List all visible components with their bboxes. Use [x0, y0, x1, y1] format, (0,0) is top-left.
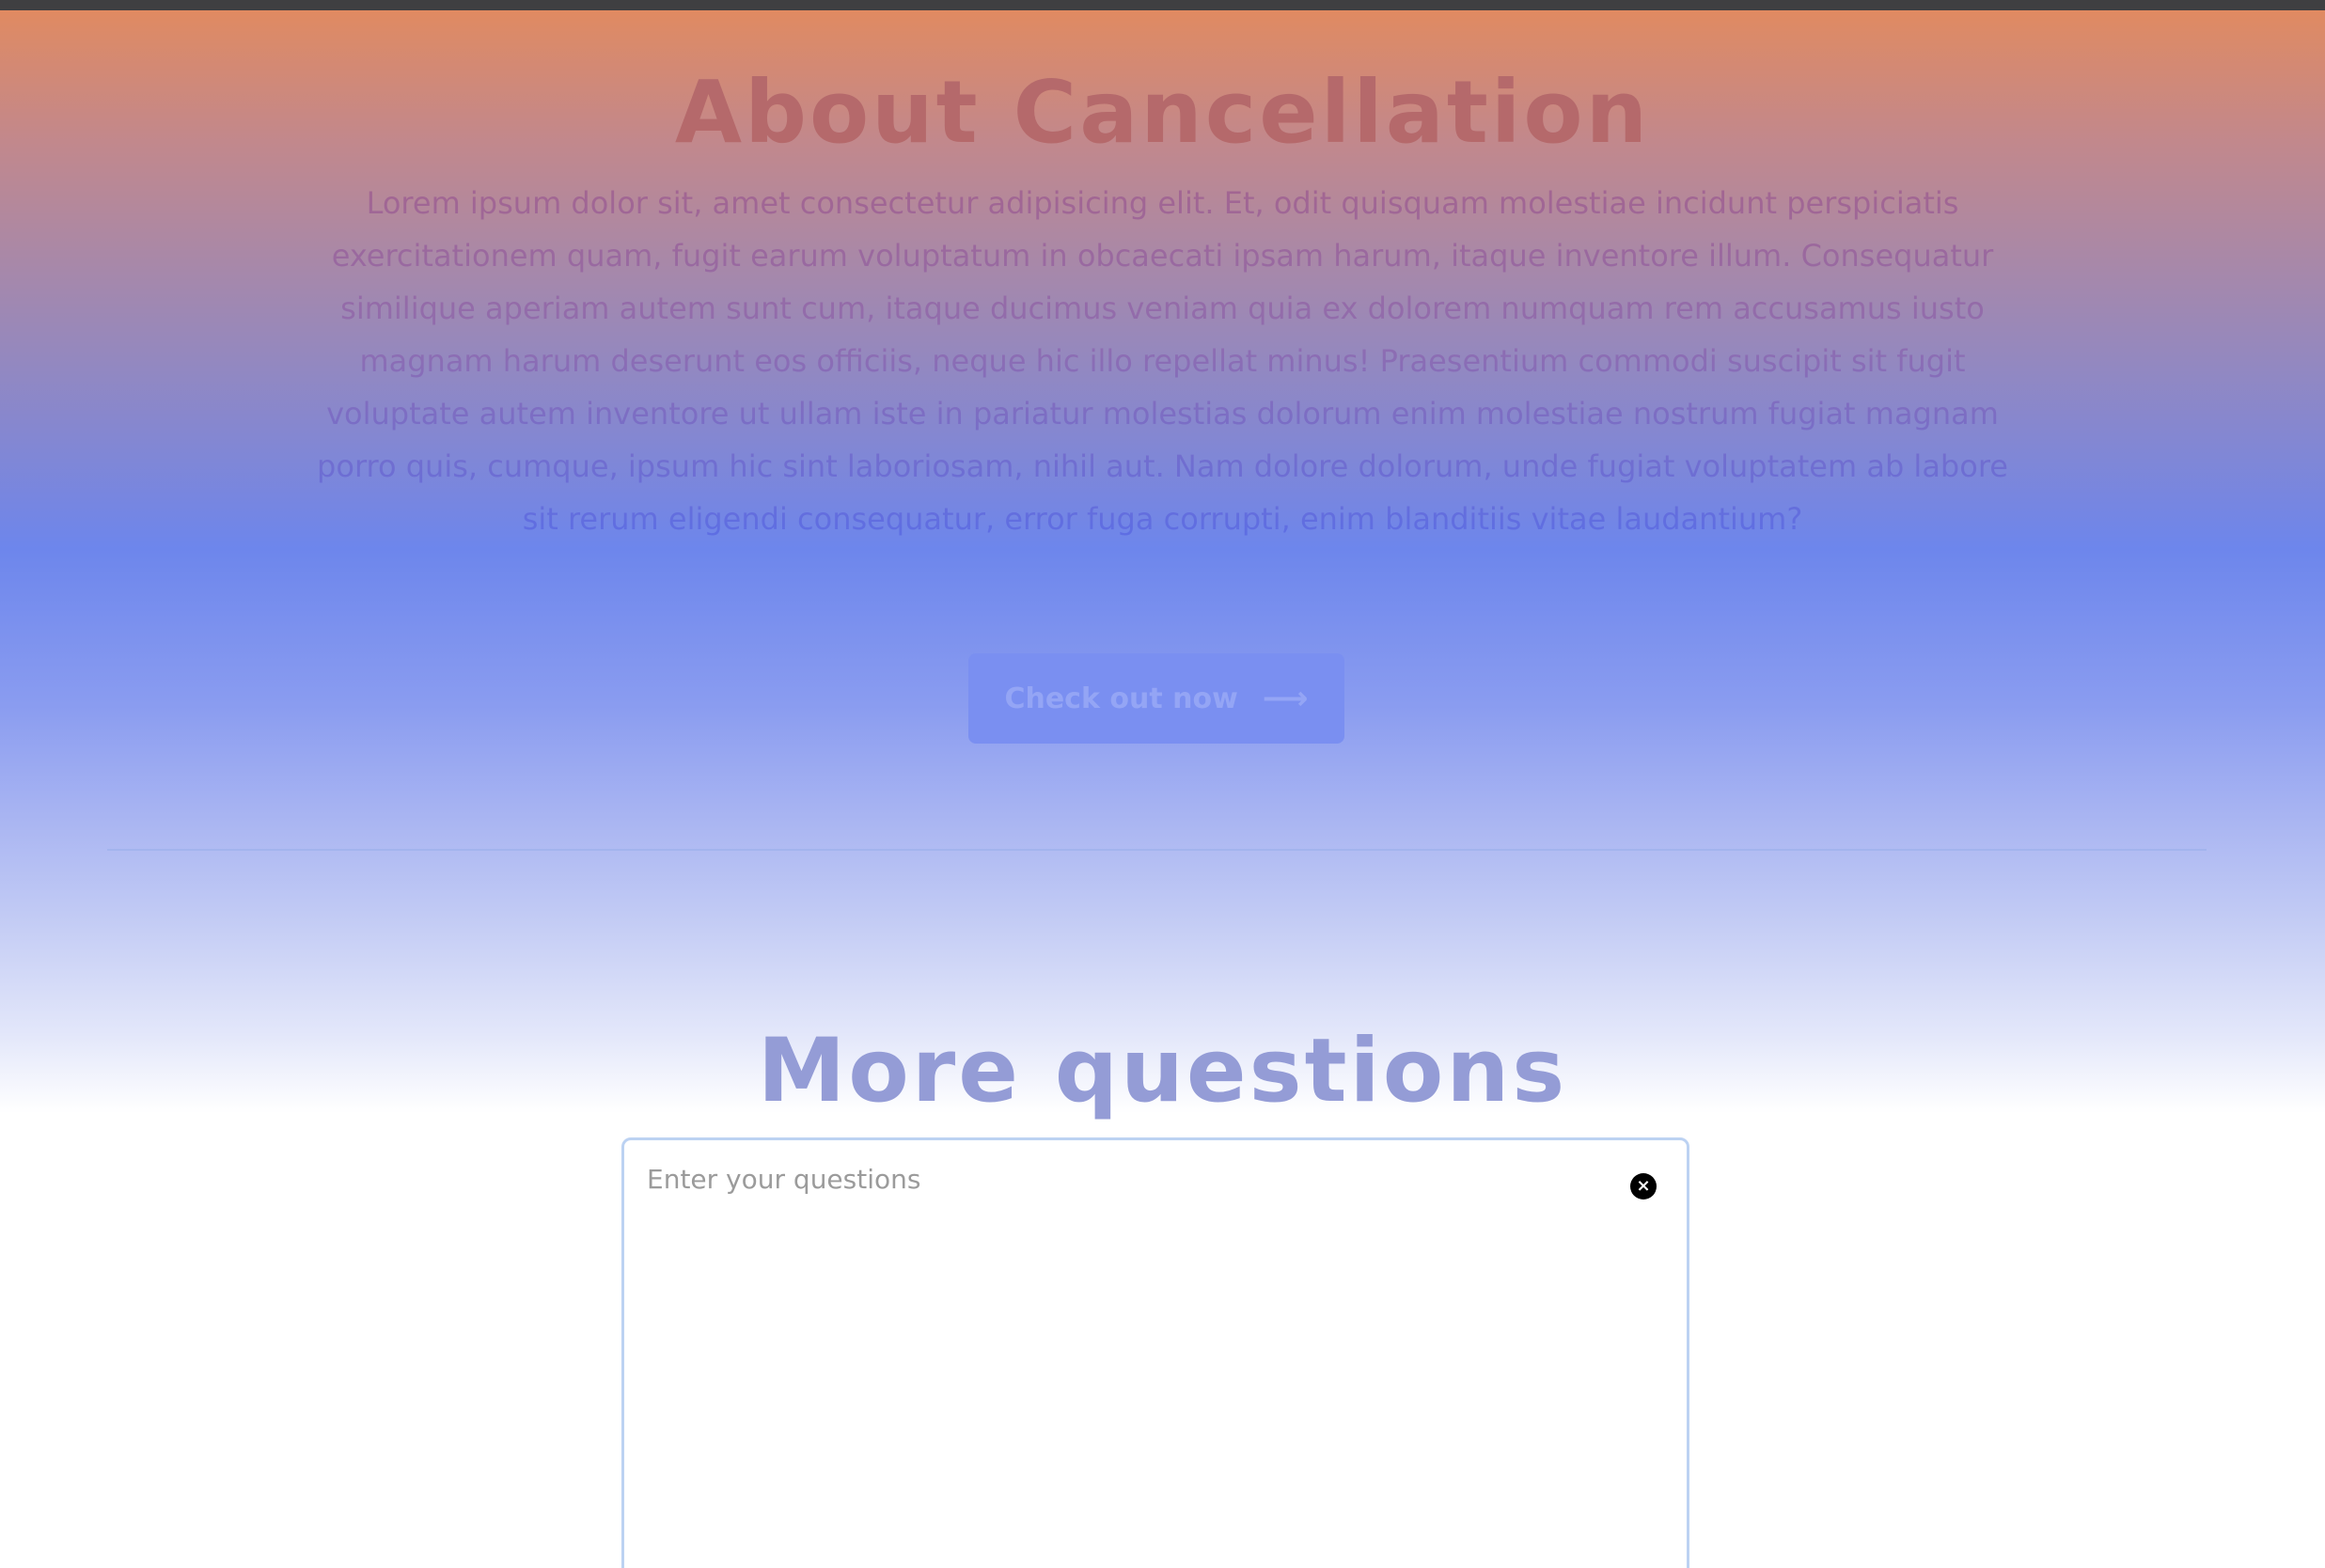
questions-input[interactable] [647, 1161, 1587, 1537]
check-out-now-button[interactable]: Check out now ⟶ [968, 653, 1344, 744]
check-out-now-label: Check out now [1004, 682, 1238, 715]
top-bar [0, 0, 2325, 10]
question-box: × [621, 1137, 1689, 1568]
section-divider [107, 849, 2207, 851]
page-background: About Cancellation Lorem ipsum dolor sit… [0, 0, 2325, 1568]
cancellation-description: Lorem ipsum dolor sit, amet consectetur … [301, 177, 2024, 545]
close-circle-icon[interactable]: × [1630, 1173, 1657, 1200]
cancellation-title: About Cancellation [674, 62, 1651, 163]
more-questions-title: More questions [757, 1020, 1568, 1122]
arrow-right-icon: ⟶ [1262, 680, 1309, 717]
